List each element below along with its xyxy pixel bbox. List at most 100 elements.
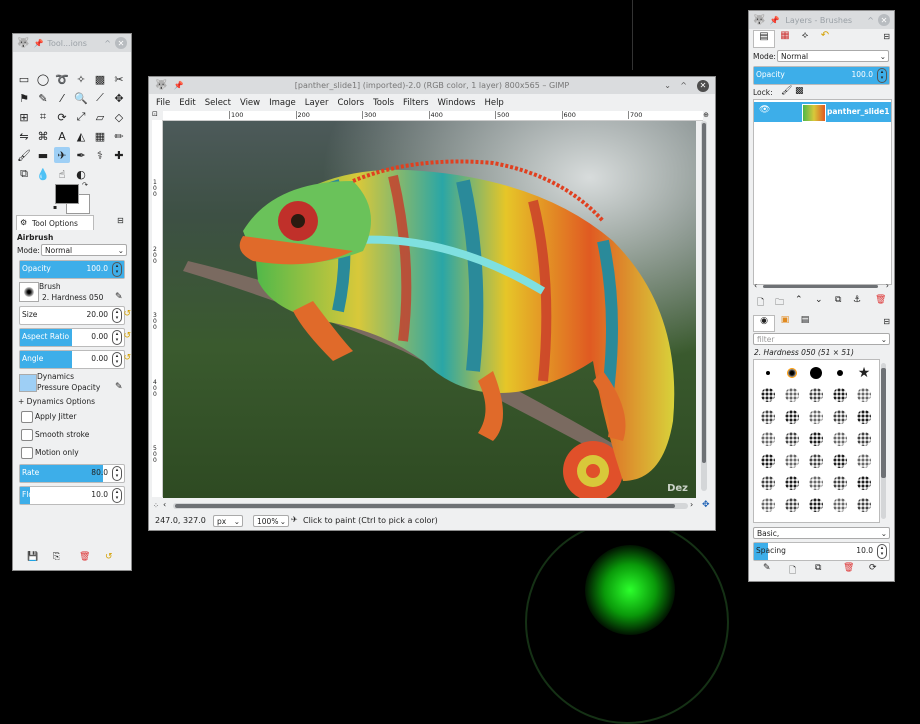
blur-icon[interactable]: 💧 — [35, 166, 51, 182]
perspective-icon[interactable]: ◇ — [111, 109, 127, 125]
brush-swatch[interactable] — [852, 494, 876, 516]
nav-corner-left-icon[interactable]: ⁘ — [153, 502, 159, 510]
rate-slider[interactable]: Rate 80.0 ▴ ▾ — [19, 464, 125, 483]
angle-spin-arrows[interactable]: ▴ ▾ — [112, 352, 122, 367]
brush-vscroll-thumb[interactable] — [881, 368, 886, 478]
smooth-stroke-checkbox[interactable] — [21, 429, 33, 441]
brush-swatch[interactable] — [828, 362, 852, 384]
brush-swatch[interactable] — [756, 494, 780, 516]
new-layer-group-icon[interactable]: 🗀 — [775, 295, 784, 311]
minimize-icon[interactable]: ^ — [104, 39, 111, 48]
layer-list-scrollbar[interactable]: ‹ › — [753, 281, 890, 290]
dodge-burn-icon[interactable]: ◐ — [73, 166, 89, 182]
paintbrush-icon[interactable]: 🖌 — [16, 147, 32, 163]
pin-icon[interactable]: 📌 — [33, 39, 43, 48]
brush-swatch[interactable] — [828, 384, 852, 406]
layer-row[interactable]: 👁 panther_slide1 — [754, 102, 891, 122]
brush-filter-input[interactable]: filter ⌄ — [753, 333, 890, 345]
shade-icon[interactable]: ⌄ — [664, 81, 671, 90]
scroll-left-icon[interactable]: ‹ — [754, 281, 757, 290]
crop-icon[interactable]: ⌗ — [35, 109, 51, 125]
brush-swatch[interactable] — [756, 472, 780, 494]
scroll-right-icon[interactable]: › — [690, 500, 693, 509]
lasso-icon[interactable]: ➰ — [54, 71, 70, 87]
apply-jitter-checkbox[interactable] — [21, 411, 33, 423]
maximize-icon[interactable]: ^ — [680, 81, 687, 90]
brush-swatch[interactable] — [804, 362, 828, 384]
blend-icon[interactable]: ▦ — [92, 128, 108, 144]
navigate-icon[interactable]: ✥ — [702, 500, 710, 510]
horizontal-scroll-thumb[interactable] — [175, 504, 675, 508]
brush-swatch[interactable] — [780, 472, 804, 494]
swap-colors-icon[interactable]: ↷ — [82, 181, 88, 189]
rotate-icon[interactable]: ⟳ — [54, 109, 70, 125]
quick-mask-corner-icon[interactable]: ⊡ — [152, 110, 158, 118]
tab-menu-icon[interactable]: ⊟ — [883, 317, 890, 326]
motion-only-checkbox[interactable] — [21, 447, 33, 459]
brush-swatch[interactable] — [804, 428, 828, 450]
image-canvas[interactable]: Dez — [163, 121, 696, 498]
tool-options-tab[interactable]: ⚙ Tool Options — [16, 215, 94, 231]
opacity-slider[interactable]: Opacity 100.0 ▴ ▾ — [19, 260, 125, 279]
pin-icon[interactable]: 📌 — [769, 16, 779, 25]
tab-undo[interactable]: ↶ — [815, 30, 835, 46]
brush-swatch[interactable] — [828, 406, 852, 428]
anchor-layer-icon[interactable]: ⚓ — [853, 295, 861, 305]
refresh-brushes-icon[interactable]: ⟳ — [869, 563, 877, 573]
paths-icon[interactable]: ✎ — [35, 90, 51, 106]
angle-slider[interactable]: Angle 0.00 ▴ ▾ — [19, 350, 125, 369]
align-icon[interactable]: ⊞ — [16, 109, 32, 125]
foreground-select-icon[interactable]: ⚑ — [16, 90, 32, 106]
duplicate-brush-icon[interactable]: ⧉ — [815, 563, 821, 573]
aspect-ratio-spin-arrows[interactable]: ▴ ▾ — [112, 330, 122, 345]
menu-filters[interactable]: Filters — [403, 98, 428, 108]
ink-icon[interactable]: ✒ — [73, 147, 89, 163]
brush-category-select[interactable]: Basic, ⌄ — [753, 527, 890, 539]
cage-icon[interactable]: ⌘ — [35, 128, 51, 144]
brush-swatch[interactable] — [780, 494, 804, 516]
tab-channels[interactable]: ▦ — [775, 30, 795, 46]
brush-swatch[interactable] — [756, 450, 780, 472]
brush-swatch[interactable] — [780, 384, 804, 406]
layer-opacity-slider[interactable]: Opacity 100.0 ▴ ▾ — [753, 66, 890, 85]
restore-tool-preset-icon[interactable]: ⎘ — [53, 552, 60, 562]
save-tool-preset-icon[interactable]: 💾 — [27, 552, 38, 562]
color-select-icon[interactable]: ▩ — [92, 71, 108, 87]
tab-menu-icon[interactable]: ⊟ — [117, 216, 124, 225]
close-icon[interactable]: ✕ — [697, 79, 709, 92]
delete-tool-preset-icon[interactable]: 🗑 — [79, 552, 90, 562]
new-brush-icon[interactable]: 🗋 — [789, 563, 796, 579]
scroll-left-icon[interactable]: ‹ — [163, 500, 166, 509]
unit-select[interactable]: px ⌄ — [213, 515, 243, 527]
heal-icon[interactable]: ✚ — [111, 147, 127, 163]
visibility-eye-icon[interactable]: 👁 — [759, 105, 770, 115]
menu-tools[interactable]: Tools — [373, 98, 394, 108]
brush-preview[interactable] — [19, 282, 39, 302]
brush-swatch[interactable] — [804, 406, 828, 428]
zoom-select[interactable]: 100% ⌄ — [253, 515, 289, 527]
menu-layer[interactable]: Layer — [305, 98, 329, 108]
duplicate-layer-icon[interactable]: ⧉ — [835, 295, 841, 305]
flow-spin-arrows[interactable]: ▴ ▾ — [112, 488, 122, 503]
vertical-scroll-thumb[interactable] — [702, 123, 706, 463]
fuzzy-select-icon[interactable]: ✧ — [73, 71, 89, 87]
foreground-color-swatch[interactable] — [55, 184, 79, 204]
layer-opacity-spin-arrows[interactable]: ▴ ▾ — [877, 68, 887, 83]
minimize-icon[interactable]: ^ — [867, 16, 874, 25]
size-reset-icon[interactable]: ↺ — [123, 309, 131, 319]
brush-swatch[interactable] — [828, 494, 852, 516]
zoom-icon[interactable]: 🔍 — [73, 90, 89, 106]
dynamics-options-expander[interactable]: + Dynamics Options — [18, 397, 95, 406]
brush-swatch[interactable] — [828, 450, 852, 472]
flow-slider[interactable]: Flow 10.0 ▴ ▾ — [19, 486, 125, 505]
tab-gradients[interactable]: ▤ — [795, 315, 815, 330]
brush-swatch[interactable] — [828, 472, 852, 494]
move-icon[interactable]: ✥ — [111, 90, 127, 106]
brush-swatch[interactable] — [804, 384, 828, 406]
zoom-lock-icon[interactable]: ⊕ — [703, 111, 709, 119]
menu-select[interactable]: Select — [205, 98, 231, 108]
dynamics-preview[interactable] — [19, 374, 37, 392]
tab-menu-icon[interactable]: ⊟ — [883, 32, 890, 41]
menu-edit[interactable]: Edit — [179, 98, 195, 108]
brush-swatch[interactable] — [780, 428, 804, 450]
